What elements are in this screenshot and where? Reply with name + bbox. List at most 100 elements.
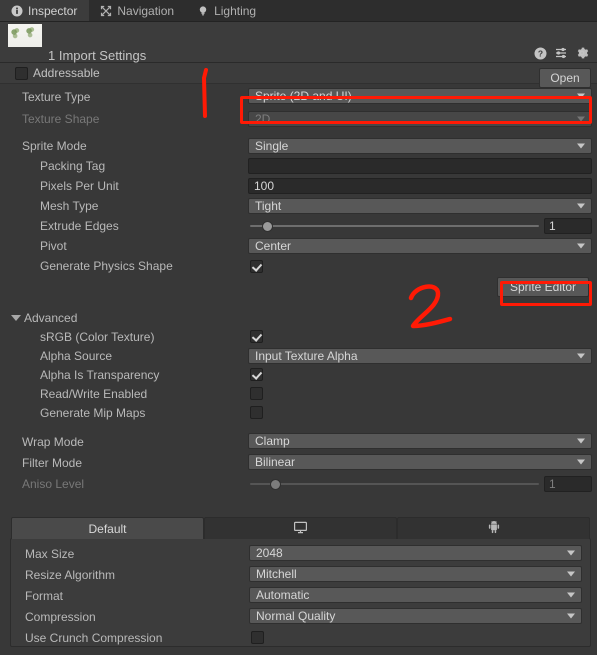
sprite-mode-field: Single — [248, 138, 592, 154]
format-label: Format — [25, 588, 64, 603]
generate-physics-shape-label: Generate Physics Shape — [40, 259, 173, 273]
texture-type-dropdown[interactable]: Sprite (2D and UI) — [248, 88, 592, 104]
page-title: 1 Import Settings — [48, 48, 147, 63]
svg-text:?: ? — [537, 48, 542, 58]
platform-tab-default-label: Default — [88, 521, 127, 536]
generate-mip-maps-label: Generate Mip Maps — [40, 405, 146, 420]
platform-tab-android[interactable] — [397, 517, 590, 539]
tab-lighting[interactable]: Lighting — [186, 0, 268, 21]
packing-tag-field — [248, 158, 592, 174]
generate-physics-shape-checkbox[interactable] — [250, 259, 263, 273]
sprite-mode-label: Sprite Mode — [22, 139, 87, 153]
aniso-level-label: Aniso Level — [22, 476, 85, 491]
platform-tab-standalone[interactable] — [204, 517, 397, 539]
alpha-is-transparency-checkbox[interactable] — [250, 368, 263, 381]
platform-settings-box: Default Max Size 2048 Resize Algorithm M… — [10, 517, 591, 648]
sprite-mode-value: Single — [255, 139, 289, 153]
tab-inspector[interactable]: Inspector — [0, 0, 90, 21]
sprite-mode-dropdown[interactable]: Single — [248, 138, 592, 154]
generate-mip-maps-checkbox[interactable] — [250, 406, 263, 419]
mesh-type-label: Mesh Type — [40, 199, 99, 213]
chevron-down-icon — [567, 613, 575, 619]
navigation-icon — [99, 4, 112, 17]
asset-thumbnail — [8, 24, 42, 47]
row-sprite-editor: Sprite Editor — [0, 276, 597, 308]
alpha-source-dropdown[interactable]: Input Texture Alpha — [248, 348, 592, 364]
chevron-down-icon — [577, 93, 585, 99]
chevron-down-icon — [567, 550, 575, 556]
slider-knob[interactable] — [261, 221, 273, 232]
pixels-per-unit-label: Pixels Per Unit — [40, 179, 119, 193]
max-size-field: 2048 — [249, 545, 582, 561]
row-format: Format Automatic — [11, 585, 590, 606]
chevron-down-icon — [11, 314, 21, 321]
row-alpha-is-transparency: Alpha Is Transparency — [0, 365, 597, 384]
max-size-label: Max Size — [25, 546, 75, 561]
row-read-write-enabled: Read/Write Enabled — [0, 384, 597, 403]
row-texture-shape: Texture Shape 2D — [0, 109, 597, 129]
chevron-down-icon — [577, 438, 585, 444]
pixels-per-unit-input[interactable]: 100 — [248, 178, 592, 194]
tab-navigation-label: Navigation — [117, 3, 175, 18]
resize-algorithm-label: Resize Algorithm — [25, 567, 116, 582]
addressable-row: Addressable — [0, 63, 597, 84]
platform-tab-default[interactable]: Default — [11, 517, 204, 539]
addressable-checkbox[interactable] — [15, 67, 28, 80]
window-tab-bar: Inspector Navigation Lighting — [0, 0, 597, 22]
sprite-editor-button[interactable]: Sprite Editor — [497, 277, 589, 297]
format-dropdown[interactable]: Automatic — [249, 587, 582, 603]
resize-algorithm-dropdown[interactable]: Mitchell — [249, 566, 582, 582]
row-extrude-edges: Extrude Edges 1 — [0, 216, 597, 236]
extrude-edges-slider[interactable] — [250, 220, 539, 232]
texture-shape-label: Texture Shape — [22, 112, 100, 126]
wrap-mode-field: Clamp — [248, 433, 592, 449]
chevron-down-icon — [577, 143, 585, 149]
packing-tag-input[interactable] — [248, 158, 592, 174]
format-field: Automatic — [249, 587, 582, 603]
row-max-size: Max Size 2048 — [11, 543, 590, 564]
import-settings-header: 1 Import Settings ? Open — [0, 22, 597, 88]
pixels-per-unit-field: 100 — [248, 178, 592, 194]
row-mesh-type: Mesh Type Tight — [0, 196, 597, 216]
row-srgb: sRGB (Color Texture) — [0, 327, 597, 346]
read-write-enabled-checkbox[interactable] — [250, 387, 263, 400]
mesh-type-value: Tight — [255, 199, 282, 213]
wrap-mode-dropdown[interactable]: Clamp — [248, 433, 592, 449]
advanced-label: Advanced — [24, 310, 78, 325]
format-value: Automatic — [256, 588, 310, 602]
gear-icon[interactable] — [575, 46, 589, 60]
chevron-down-icon — [577, 116, 585, 122]
row-use-crunch-compression: Use Crunch Compression — [11, 627, 590, 648]
chevron-down-icon — [567, 592, 575, 598]
chevron-down-icon — [577, 353, 585, 359]
open-button[interactable]: Open — [539, 68, 591, 88]
filter-mode-dropdown[interactable]: Bilinear — [248, 454, 592, 470]
max-size-dropdown[interactable]: 2048 — [249, 545, 582, 561]
filter-mode-label: Filter Mode — [22, 455, 83, 470]
packing-tag-label: Packing Tag — [40, 159, 106, 173]
use-crunch-compression-checkbox[interactable] — [251, 631, 264, 644]
pivot-dropdown[interactable]: Center — [248, 238, 592, 254]
filter-mode-value: Bilinear — [255, 455, 296, 469]
preset-sliders-icon[interactable] — [554, 46, 568, 60]
srgb-checkbox[interactable] — [250, 330, 263, 343]
help-icon[interactable]: ? — [533, 46, 547, 60]
alpha-source-label: Alpha Source — [40, 348, 113, 363]
row-sprite-mode: Sprite Mode Single — [0, 136, 597, 156]
wrap-mode-value: Clamp — [255, 434, 290, 448]
tab-navigation[interactable]: Navigation — [89, 0, 186, 21]
alpha-source-field: Input Texture Alpha — [248, 348, 592, 364]
mesh-type-dropdown[interactable]: Tight — [248, 198, 592, 214]
use-crunch-compression-label: Use Crunch Compression — [25, 630, 163, 645]
chevron-down-icon — [567, 571, 575, 577]
android-robot-icon — [487, 520, 501, 537]
header-icon-group: ? — [533, 46, 589, 60]
row-pixels-per-unit: Pixels Per Unit 100 — [0, 176, 597, 196]
lighting-bulb-icon — [196, 4, 209, 17]
alpha-source-value: Input Texture Alpha — [255, 349, 358, 363]
aniso-level-value: 1 — [544, 475, 592, 492]
compression-dropdown[interactable]: Normal Quality — [249, 608, 582, 624]
extrude-edges-value[interactable]: 1 — [544, 218, 592, 234]
advanced-foldout-header[interactable]: Advanced — [0, 308, 597, 327]
row-alpha-source: Alpha Source Input Texture Alpha — [0, 346, 597, 365]
